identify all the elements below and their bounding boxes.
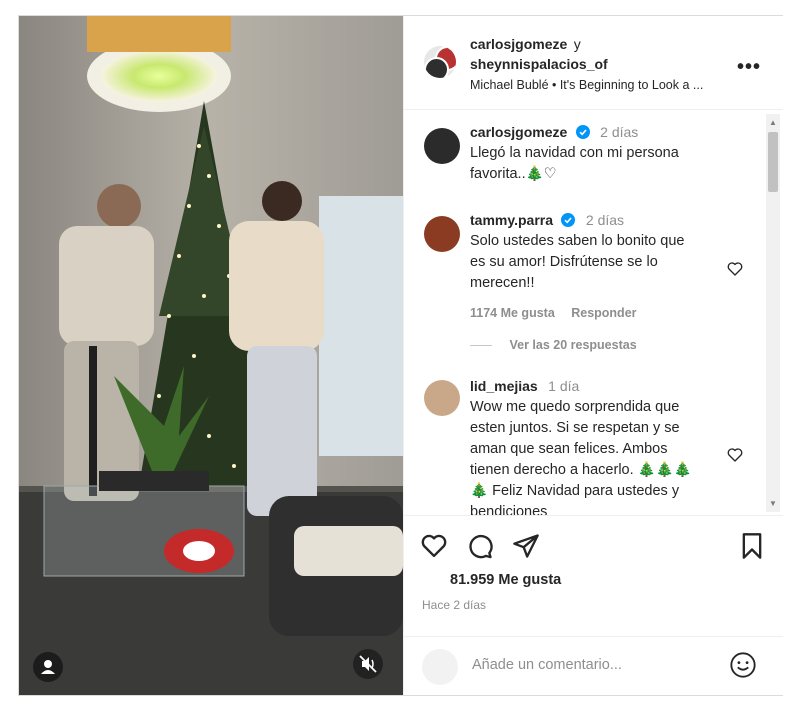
scroll-down-arrow[interactable]: ▼	[769, 499, 777, 508]
share-icon[interactable]	[512, 532, 540, 560]
emoji-icon[interactable]	[729, 651, 757, 679]
comment-text-line: 🎄 Feliz Navidad para ustedes y	[470, 483, 680, 499]
avatar-group[interactable]	[424, 46, 456, 78]
comment-text-line: es su amor! Disfrútense se lo	[470, 254, 658, 270]
verified-badge-icon	[561, 213, 576, 227]
comment-text-line: bendiciones	[470, 504, 548, 515]
comment-text-line: Llegó la navidad con mi persona	[470, 145, 679, 161]
heart-icon[interactable]	[420, 532, 448, 560]
comment-time[interactable]: 2 días	[586, 212, 624, 228]
comment-text-line: esten juntos. Si se respetan y se	[470, 420, 680, 436]
reply-button[interactable]: Responder	[571, 306, 636, 320]
comment-text-line: tienen derecho a hacerlo. 🎄🎄🎄	[470, 462, 692, 478]
comment-text-line: Solo ustedes saben lo bonito que	[470, 233, 685, 249]
post-video[interactable]	[19, 16, 403, 695]
video-frame	[19, 16, 403, 695]
avatar	[424, 57, 449, 78]
more-options-icon[interactable]: •••	[737, 56, 761, 79]
post-dialog: carlosjgomeze y sheynnispalacios_of Mich…	[18, 15, 783, 696]
comments-list[interactable]: carlosjgomeze 2 días Llegó la navidad co…	[404, 110, 764, 515]
avatar[interactable]	[424, 380, 460, 416]
comment-likes[interactable]: 1174 Me gusta	[470, 306, 555, 320]
audio-track-link[interactable]: Michael Bublé • It's Beginning to Look a…	[470, 78, 703, 92]
comment-text-line: favorita..🎄♡	[470, 166, 557, 182]
verified-badge-icon	[575, 125, 590, 139]
view-replies-label: Ver las 20 respuestas	[509, 338, 637, 352]
comment-username[interactable]: carlosjgomeze	[470, 124, 567, 140]
add-comment-bar: Añade un comentario...	[404, 636, 783, 696]
post-side-panel: carlosjgomeze y sheynnispalacios_of Mich…	[403, 16, 783, 695]
username-link[interactable]: carlosjgomeze	[470, 36, 567, 52]
tagged-users-button[interactable]	[33, 652, 63, 682]
user-tag-icon	[41, 660, 55, 674]
comment-username[interactable]: lid_mejias	[470, 378, 538, 394]
comment-username[interactable]: tammy.parra	[470, 212, 553, 228]
comment-text-line: aman que sean felices. Ambos	[470, 441, 668, 457]
connector-text: y	[573, 36, 581, 52]
heart-icon[interactable]	[726, 446, 744, 464]
comment-time[interactable]: 1 día	[548, 378, 579, 394]
comment-input[interactable]: Añade un comentario...	[472, 657, 622, 673]
heart-icon[interactable]	[726, 260, 744, 278]
username-link[interactable]: sheynnispalacios_of	[470, 56, 608, 72]
comment-text-line: merecen!!	[470, 275, 535, 291]
comments-scrollbar[interactable]: ▲ ▼	[766, 114, 780, 512]
avatar	[422, 649, 458, 685]
comment-text-line: Wow me quedo sorprendida que	[470, 399, 680, 415]
scroll-up-arrow[interactable]: ▲	[769, 118, 777, 127]
avatar[interactable]	[424, 216, 460, 252]
comment-time[interactable]: 2 días	[600, 124, 638, 140]
likes-count[interactable]: 81.959 Me gusta	[450, 572, 561, 588]
view-replies-button[interactable]: Ver las 20 respuestas	[470, 338, 637, 352]
divider-line	[470, 345, 492, 347]
muted-speaker-icon	[359, 655, 377, 673]
avatar[interactable]	[424, 128, 460, 164]
mute-button[interactable]	[353, 649, 383, 679]
scrollbar-thumb[interactable]	[768, 132, 778, 192]
header-usernames: carlosjgomeze y	[470, 36, 581, 54]
bookmark-icon[interactable]	[739, 532, 765, 560]
post-header: carlosjgomeze y sheynnispalacios_of Mich…	[404, 16, 783, 110]
comment-icon[interactable]	[466, 532, 494, 560]
post-date[interactable]: Hace 2 días	[422, 598, 486, 612]
post-actions: 81.959 Me gusta Hace 2 días	[404, 515, 783, 636]
